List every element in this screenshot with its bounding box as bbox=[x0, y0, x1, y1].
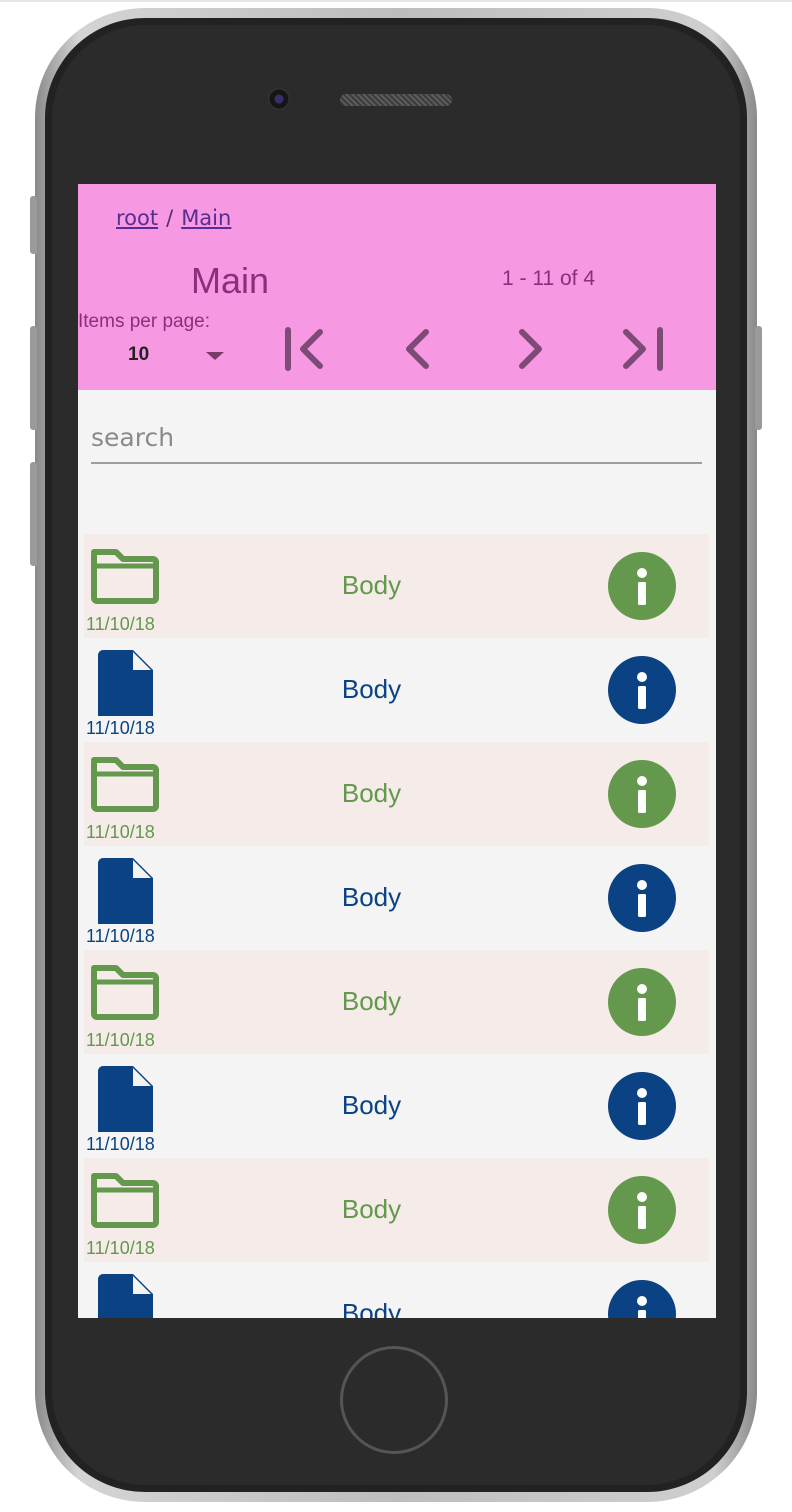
info-icon bbox=[608, 1072, 676, 1144]
item-date: 11/10/18 bbox=[86, 718, 155, 738]
chevron-right-icon bbox=[519, 329, 542, 369]
info-button[interactable] bbox=[608, 760, 676, 828]
app-screen: root / Main Main 1 - 11 of 4 Items per pag… bbox=[78, 184, 716, 1318]
first-page-icon bbox=[285, 327, 323, 371]
list-item[interactable]: 11/10/18 Body bbox=[84, 1054, 709, 1158]
list-item[interactable]: 11/10/18 Body bbox=[84, 742, 709, 846]
item-name: Body bbox=[341, 986, 402, 1016]
next-page-button[interactable] bbox=[502, 324, 558, 374]
item-name: Body bbox=[341, 1194, 402, 1224]
info-button[interactable] bbox=[608, 656, 676, 724]
info-button[interactable] bbox=[608, 864, 676, 932]
mute-switch bbox=[30, 196, 37, 254]
item-name: Body bbox=[341, 882, 402, 912]
list-item[interactable]: 11/10/18 Body bbox=[84, 950, 709, 1054]
item-date: 11/10/18 bbox=[86, 614, 155, 634]
volume-up-button bbox=[30, 326, 37, 430]
info-icon bbox=[608, 656, 676, 728]
item-name: Body bbox=[341, 570, 402, 600]
items-per-page-value: 10 bbox=[128, 344, 150, 365]
item-name: Body bbox=[341, 674, 402, 704]
info-button[interactable] bbox=[608, 1280, 676, 1318]
header-bar: root / Main Main 1 - 11 of 4 Items per pag… bbox=[78, 184, 716, 390]
pagination-range: 1 - 11 of 4 bbox=[502, 267, 596, 290]
info-button[interactable] bbox=[608, 552, 676, 620]
top-divider bbox=[0, 0, 792, 2]
list-item[interactable]: Body bbox=[84, 1262, 709, 1318]
info-icon bbox=[608, 1176, 676, 1248]
info-icon bbox=[608, 968, 676, 1040]
item-name: Body bbox=[341, 1090, 402, 1120]
previous-page-button[interactable] bbox=[390, 324, 446, 374]
search-input[interactable] bbox=[91, 412, 702, 464]
list-item[interactable]: 11/10/18 Body bbox=[84, 846, 709, 950]
list-item[interactable]: 11/10/18 Body bbox=[84, 1158, 709, 1262]
info-button[interactable] bbox=[608, 968, 676, 1036]
items-per-page-label: Items per page: bbox=[78, 311, 211, 332]
info-icon bbox=[608, 760, 676, 832]
home-button[interactable] bbox=[340, 1346, 448, 1454]
info-icon bbox=[608, 864, 676, 936]
info-button[interactable] bbox=[608, 1176, 676, 1244]
breadcrumb: root / Main bbox=[116, 206, 231, 230]
item-date: 11/10/18 bbox=[86, 1238, 155, 1258]
search-field bbox=[91, 412, 702, 466]
list-item[interactable]: 11/10/18 Body bbox=[84, 638, 709, 742]
items-per-page-select[interactable]: 10 bbox=[128, 336, 228, 372]
item-date: 11/10/18 bbox=[86, 1030, 155, 1050]
list-item[interactable]: 11/10/18 Body bbox=[84, 534, 709, 638]
item-list: 11/10/18 Body 11/10/18 Body 11/10/18 Body 11/1… bbox=[84, 534, 709, 1318]
item-date: 11/10/18 bbox=[86, 822, 155, 842]
item-date: 11/10/18 bbox=[86, 926, 155, 946]
power-button bbox=[755, 326, 762, 430]
first-page-button[interactable] bbox=[276, 324, 332, 374]
info-button[interactable] bbox=[608, 1072, 676, 1140]
last-page-button[interactable] bbox=[614, 324, 670, 374]
camera-icon bbox=[268, 88, 290, 110]
caret-down-icon bbox=[206, 352, 224, 360]
volume-down-button bbox=[30, 462, 37, 566]
last-page-icon bbox=[623, 327, 663, 371]
item-date: 11/10/18 bbox=[86, 1134, 155, 1154]
breadcrumb-current-link[interactable]: Main bbox=[181, 206, 231, 230]
info-icon bbox=[608, 552, 676, 624]
breadcrumb-separator: / bbox=[166, 206, 174, 230]
chevron-left-icon bbox=[406, 329, 429, 369]
speaker-grille bbox=[340, 94, 452, 106]
page-title: Main bbox=[191, 260, 270, 301]
item-name: Body bbox=[341, 778, 402, 808]
item-name: Body bbox=[341, 1298, 402, 1318]
breadcrumb-root-link[interactable]: root bbox=[116, 206, 158, 230]
